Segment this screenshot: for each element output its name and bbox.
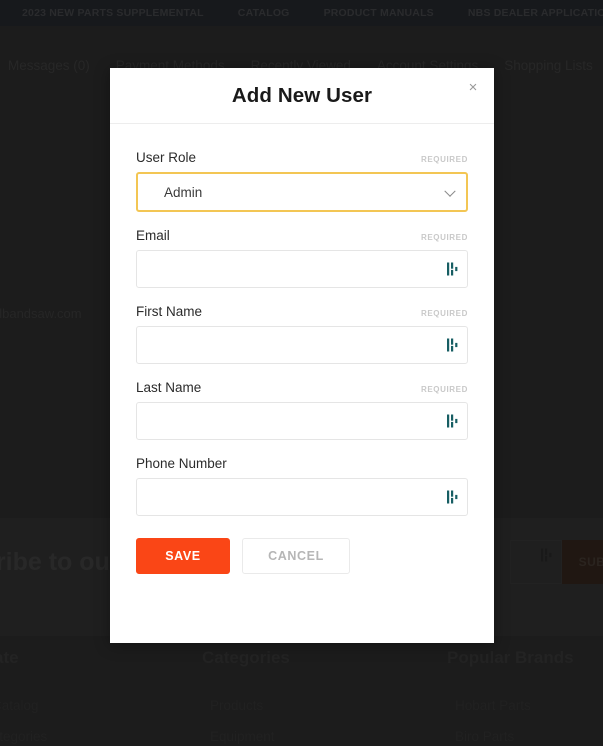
required-badge-first-name: REQUIRED: [420, 309, 468, 318]
required-badge-user-role: REQUIRED: [420, 155, 468, 164]
first-name-input[interactable]: [136, 326, 468, 364]
field-phone-number: Phone Number: [136, 456, 468, 516]
phone-number-input[interactable]: [136, 478, 468, 516]
field-label-first-name: First Name: [136, 304, 203, 319]
field-label-phone-number: Phone Number: [136, 456, 227, 471]
last-name-input[interactable]: [136, 402, 468, 440]
screen: 2023 NEW PARTS SUPPLEMENTAL CATALOG PROD…: [0, 0, 603, 746]
field-label-row: Email REQUIRED: [136, 228, 468, 243]
field-label-row: User Role REQUIRED: [136, 150, 468, 165]
first-name-input-wrap: [136, 326, 468, 364]
user-role-input-wrap: Admin: [136, 172, 468, 212]
field-label-user-role: User Role: [136, 150, 197, 165]
required-badge-email: REQUIRED: [420, 233, 468, 242]
modal-actions: SAVE CANCEL: [136, 538, 468, 580]
field-label-row: Last Name REQUIRED: [136, 380, 468, 395]
field-first-name: First Name REQUIRED: [136, 304, 468, 364]
field-label-row: First Name REQUIRED: [136, 304, 468, 319]
last-name-input-wrap: [136, 402, 468, 440]
field-label-row: Phone Number: [136, 456, 468, 471]
save-button[interactable]: SAVE: [136, 538, 230, 574]
field-user-role: User Role REQUIRED Admin: [136, 150, 468, 212]
field-label-last-name: Last Name: [136, 380, 202, 395]
cancel-button[interactable]: CANCEL: [242, 538, 350, 574]
add-new-user-modal: Add New User × User Role REQUIRED Admin: [110, 68, 494, 643]
phone-number-input-wrap: [136, 478, 468, 516]
email-input[interactable]: [136, 250, 468, 288]
modal-body: User Role REQUIRED Admin Email REQUIRED: [110, 124, 494, 580]
modal-title: Add New User: [231, 83, 373, 107]
email-input-wrap: [136, 250, 468, 288]
field-email: Email REQUIRED: [136, 228, 468, 288]
user-role-select[interactable]: Admin: [136, 172, 468, 212]
field-last-name: Last Name REQUIRED: [136, 380, 468, 440]
modal-header: Add New User ×: [110, 68, 494, 124]
close-icon[interactable]: ×: [462, 76, 484, 98]
field-label-email: Email: [136, 228, 170, 243]
required-badge-last-name: REQUIRED: [420, 385, 468, 394]
